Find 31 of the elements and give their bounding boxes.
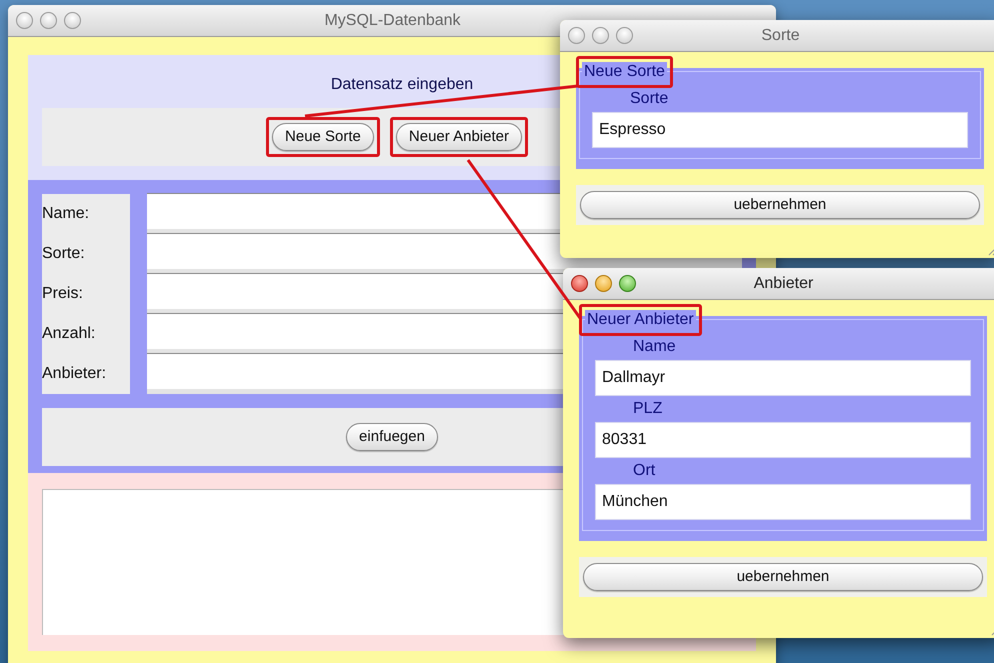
- zoom-button[interactable]: [64, 12, 81, 29]
- text-field[interactable]: Dallmayr: [595, 360, 971, 396]
- zoom-button[interactable]: [619, 275, 636, 292]
- field-label: Sorte: [629, 89, 670, 109]
- apply-button[interactable]: uebernehmen: [583, 563, 983, 591]
- minimize-button[interactable]: [592, 27, 609, 44]
- field-label: PLZ: [632, 399, 664, 419]
- action-button[interactable]: Neue Sorte: [272, 123, 374, 151]
- action-button[interactable]: Neuer Anbieter: [396, 123, 522, 151]
- text-field[interactable]: Espresso: [592, 112, 968, 148]
- field-label: Name:: [42, 204, 90, 224]
- window-title: Anbieter: [752, 274, 814, 294]
- minimize-button[interactable]: [40, 12, 57, 29]
- field-label: Ort: [632, 461, 656, 481]
- zoom-button[interactable]: [616, 27, 633, 44]
- apply-button[interactable]: uebernehmen: [580, 191, 980, 219]
- minimize-button[interactable]: [595, 275, 612, 292]
- panel-heading: Datensatz eingeben: [330, 75, 474, 95]
- close-button[interactable]: [16, 12, 33, 29]
- text-field[interactable]: 80331: [595, 422, 971, 458]
- insert-button[interactable]: einfuegen: [346, 423, 438, 451]
- field-label: Anbieter:: [42, 364, 108, 384]
- window-title: Sorte: [760, 26, 801, 46]
- field-label: Anzahl:: [42, 324, 96, 344]
- field-label: Preis:: [42, 284, 84, 304]
- text-field[interactable]: München: [595, 484, 971, 520]
- field-label: Sorte:: [42, 244, 86, 264]
- close-button[interactable]: [571, 275, 588, 292]
- close-button[interactable]: [568, 27, 585, 44]
- window-title: MySQL-Datenbank: [323, 10, 462, 30]
- field-label: Name: [632, 337, 677, 357]
